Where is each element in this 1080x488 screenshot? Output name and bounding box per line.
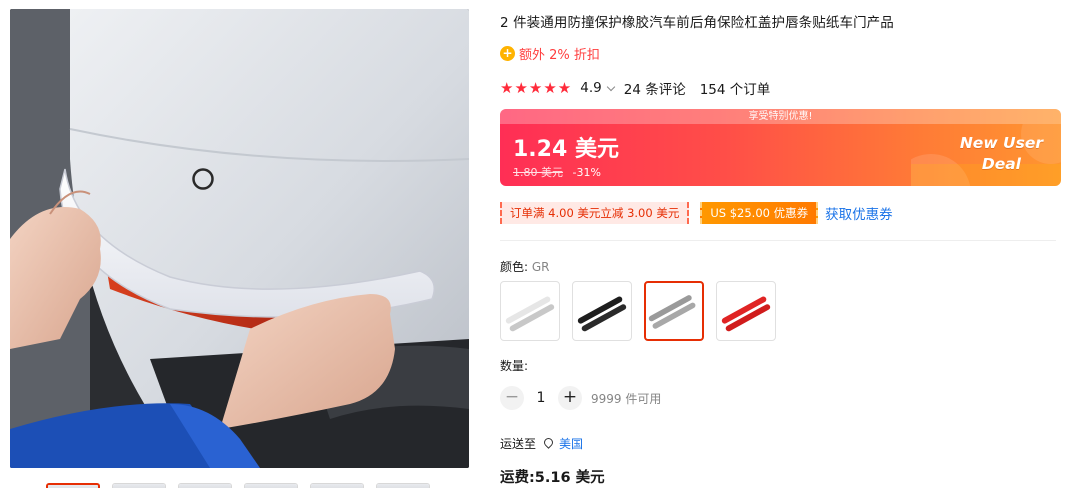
location-pin-icon (542, 435, 555, 449)
store-coupon[interactable]: 订单满 4.00 美元立减 3.00 美元 (500, 202, 690, 224)
main-product-image[interactable] (10, 9, 469, 468)
quantity-value[interactable]: 1 (524, 390, 558, 406)
review-count-link[interactable]: 24 条评论 (624, 78, 686, 98)
current-price: 1.24 美元 (513, 137, 619, 162)
coupon-row: 订单满 4.00 美元立减 3.00 美元 US $25.00 优惠券 获取优惠… (500, 202, 893, 224)
thumbnail-strip (46, 483, 446, 488)
banner-top-text: 享受特别优惠! (500, 109, 1061, 124)
swatch-gray[interactable] (644, 281, 704, 341)
selected-color-value: GR (531, 260, 550, 274)
platform-coupon[interactable]: US $25.00 优惠券 (700, 202, 819, 224)
chevron-down-icon[interactable] (606, 82, 615, 91)
rating-row: ★★★★★ 4.9 24 条评论 154 个订单 (500, 78, 771, 98)
new-user-deal-label: New User Deal (959, 134, 1043, 173)
order-count: 154 个订单 (699, 82, 771, 98)
get-coupons-link[interactable]: 获取优惠券 (825, 203, 893, 223)
thumbnail[interactable] (46, 483, 100, 488)
coin-icon: + (500, 45, 515, 61)
thumbnail[interactable] (376, 483, 430, 488)
extra-discount[interactable]: + 额外 2% 折扣 (500, 44, 600, 63)
product-photo (10, 9, 469, 468)
stock-available: 9999 件可用 (591, 391, 662, 406)
quantity-label: 数量: (500, 359, 529, 373)
price-banner: 享受特别优惠! 1.24 美元 1.80 美元 -31% New User De… (500, 109, 1061, 186)
thumbnail[interactable] (112, 483, 166, 488)
shipping-fee: 运费:5.16 美元 (500, 470, 605, 486)
ship-to-row: 运送至 美国 (500, 435, 583, 451)
product-info: 2 件装通用防撞保护橡胶汽车前后角保险杠盖护唇条贴纸车门产品 + 额外 2% 折… (500, 0, 1062, 488)
divider (500, 240, 1056, 241)
rating-value[interactable]: 4.9 (580, 80, 601, 96)
quantity-minus-button[interactable]: − (500, 386, 524, 410)
swatch-red[interactable] (716, 281, 776, 341)
color-label: 颜色: GR (500, 260, 550, 274)
star-rating-icon: ★★★★★ (500, 79, 573, 97)
extra-discount-label: 额外 2% 折扣 (519, 47, 600, 63)
thumbnail[interactable] (310, 483, 364, 488)
thumbnail[interactable] (244, 483, 298, 488)
swatch-white[interactable] (500, 281, 560, 341)
thumbnail[interactable] (178, 483, 232, 488)
swatch-black[interactable] (572, 281, 632, 341)
discount-percent: -31% (572, 166, 601, 179)
original-price: 1.80 美元 (513, 166, 563, 179)
ship-to-country-link[interactable]: 美国 (559, 435, 583, 452)
quantity-stepper: − 1 + 9999 件可用 (500, 386, 661, 410)
ship-to-label: 运送至 (500, 436, 537, 451)
quantity-plus-button[interactable]: + (558, 386, 582, 410)
product-title: 2 件装通用防撞保护橡胶汽车前后角保险杠盖护唇条贴纸车门产品 (500, 15, 894, 31)
color-swatches (500, 281, 776, 341)
product-gallery (10, 9, 469, 488)
price-old-row: 1.80 美元 -31% (513, 164, 601, 180)
